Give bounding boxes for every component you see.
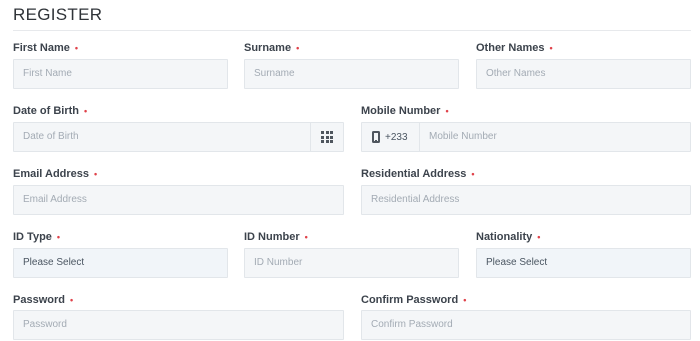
residential-address-label: Residential Address • (361, 168, 475, 180)
required-marker: • (74, 43, 79, 53)
required-marker: • (549, 43, 553, 53)
required-marker: • (304, 232, 308, 242)
nationality-label: Nationality • (476, 231, 541, 243)
password-field-box (13, 310, 344, 340)
confirm-password-field-box (361, 310, 691, 340)
surname-field-box (244, 59, 459, 89)
required-marker: • (445, 106, 449, 116)
required-marker: • (84, 106, 88, 116)
id-number-input[interactable] (254, 249, 449, 277)
surname-input[interactable] (254, 60, 449, 88)
first-name-input[interactable] (23, 60, 218, 88)
first-name-label: First Name • (13, 42, 79, 54)
date-picker-button[interactable] (310, 123, 343, 151)
email-input[interactable] (23, 186, 334, 214)
date-of-birth-input[interactable] (23, 123, 303, 151)
other-names-label: Other Names • (476, 42, 553, 54)
password-input[interactable] (23, 311, 334, 339)
required-marker: • (296, 43, 300, 53)
id-type-label: ID Type • (13, 231, 61, 243)
country-code: +233 (385, 131, 408, 143)
date-of-birth-field-box (13, 122, 344, 152)
first-name-field-box (13, 59, 228, 89)
register-form: REGISTER First Name• Surname• Other Name… (0, 0, 700, 341)
mobile-number-label: Mobile Number • (361, 105, 449, 117)
required-marker: • (463, 295, 467, 305)
email-label: Email Address • (13, 168, 98, 180)
required-marker: • (94, 169, 98, 179)
title-divider (13, 30, 691, 31)
country-code-selector[interactable]: +233 (362, 123, 420, 151)
date-of-birth-label: Date of Birth • (13, 105, 88, 117)
nationality-select[interactable]: Please Select (476, 248, 691, 278)
id-number-field-box (244, 248, 459, 278)
form-title: REGISTER (13, 5, 103, 24)
id-number-label: ID Number • (244, 231, 308, 243)
id-type-select[interactable]: Please Select (13, 248, 228, 278)
residential-address-input[interactable] (371, 186, 681, 214)
password-label: Password • (13, 294, 74, 306)
confirm-password-label: Confirm Password • (361, 294, 467, 306)
required-marker: • (56, 232, 61, 242)
calendar-grid-icon (321, 131, 333, 143)
email-field-box (13, 185, 344, 215)
mobile-number-field-box: +233 (361, 122, 691, 152)
id-type-selected-value: Please Select (23, 257, 85, 268)
mobile-phone-icon (372, 131, 380, 143)
required-marker: • (69, 295, 74, 305)
other-names-field-box (476, 59, 691, 89)
residential-address-field-box (361, 185, 691, 215)
mobile-number-input[interactable] (429, 123, 669, 151)
required-marker: • (471, 169, 475, 179)
other-names-input[interactable] (486, 60, 681, 88)
nationality-selected-value: Please Select (486, 257, 548, 268)
confirm-password-input[interactable] (371, 311, 681, 339)
surname-label: Surname • (244, 42, 300, 54)
required-marker: • (537, 232, 541, 242)
